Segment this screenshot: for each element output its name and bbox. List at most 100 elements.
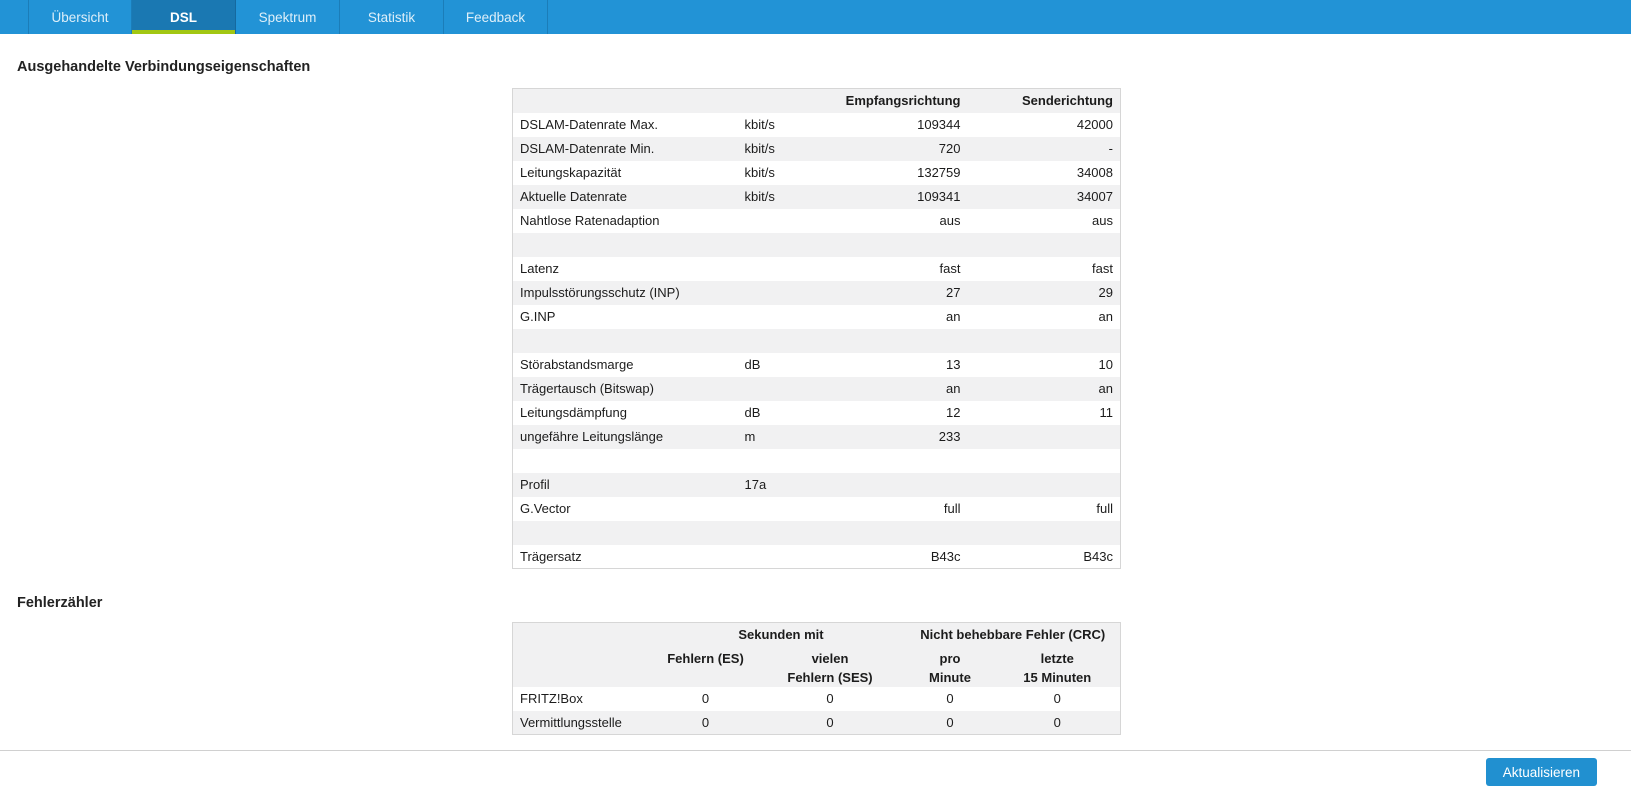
cell-value: 0 — [1053, 691, 1061, 706]
cell-value: 0 — [1053, 714, 1061, 730]
cell-label: Trägertausch (Bitswap) — [520, 381, 654, 396]
sub-header-last-15-minutes: letzte 15 Minuten — [1023, 650, 1092, 685]
cell-tx: 11 — [1099, 405, 1114, 420]
connection-table-row: Störabstandsmarge dB 13 10 — [513, 353, 1121, 377]
cell-label: G.INP — [520, 309, 556, 324]
cell-tx — [968, 425, 1121, 449]
cell-rx: 109341 — [917, 189, 961, 204]
cell-rx: 27 — [946, 285, 961, 300]
cell-tx: 34008 — [1076, 165, 1113, 180]
cell-unit — [738, 305, 818, 329]
cell-unit — [738, 329, 818, 353]
cell-tx — [968, 329, 1121, 353]
cell-unit: m — [744, 429, 756, 444]
tab-spektrum[interactable]: Spektrum — [236, 0, 340, 34]
tab-uebersicht[interactable]: Übersicht — [28, 0, 132, 34]
cell-tx: 10 — [1098, 357, 1113, 372]
cell-label: Nahtlose Ratenadaption — [520, 213, 660, 228]
cell-label: Trägersatz — [520, 548, 582, 564]
cell-rx: 12 — [946, 405, 961, 420]
cell-label: ungefähre Leitungslänge — [520, 429, 664, 444]
cell-label: DSLAM-Datenrate Max. — [520, 117, 658, 132]
cell-value: 0 — [946, 714, 954, 730]
error-table-row: FRITZ!Box 0 0 0 0 — [513, 687, 1121, 711]
cell-rx: 109344 — [917, 117, 961, 132]
cell-unit — [738, 545, 818, 569]
connection-table-row: Trägertausch (Bitswap) an an — [512, 376, 1121, 401]
cell-unit: dB — [744, 405, 761, 420]
cell-label: G.Vector — [520, 501, 571, 516]
connection-table-row: Trägersatz B43c B43c — [513, 545, 1121, 569]
column-header-empfangsrichtung: Empfangsrichtung — [845, 93, 961, 109]
connection-table-row: Leitungsdämpfung dB 12 11 — [513, 401, 1121, 425]
cell-tx — [968, 233, 1121, 257]
cell-tx: fast — [1092, 261, 1113, 276]
connection-table-row — [512, 520, 1121, 545]
group-header-empty — [513, 623, 657, 647]
cell-tx: B43c — [1083, 548, 1113, 564]
connection-table-row — [512, 328, 1121, 353]
cell-rx — [818, 449, 968, 473]
error-table-body: FRITZ!Box 0 0 0 0 Vermittlungsstelle 0 0 0 0 — [512, 687, 1121, 735]
cell-unit: 17a — [744, 477, 767, 492]
cell-source: Vermittlungsstelle — [520, 714, 622, 730]
connection-table-header-row: Empfangsrichtung Senderichtung — [512, 88, 1121, 113]
cell-tx: aus — [1092, 213, 1113, 228]
sub-header-per-minute: pro Minute — [929, 650, 971, 685]
cell-tx: an — [1098, 381, 1113, 396]
tab-dsl[interactable]: DSL — [132, 0, 236, 34]
connection-table-row: Leitungskapazität kbit/s 132759 34008 — [513, 161, 1121, 185]
main-content: Ausgehandelte Verbindungseigenschaften E… — [0, 59, 1631, 735]
sub-header-errored-seconds: Fehlern (ES) — [667, 650, 744, 666]
cell-label: Störabstandsmarge — [520, 357, 634, 372]
connection-properties-table: Empfangsrichtung Senderichtung DSLAM-Dat… — [512, 88, 1121, 569]
cell-value: 0 — [946, 691, 954, 706]
cell-rx: 13 — [946, 357, 961, 372]
cell-rx: an — [946, 309, 961, 324]
error-table-row: Vermittlungsstelle 0 0 0 0 — [512, 710, 1121, 735]
cell-value: 0 — [701, 691, 710, 706]
cell-rx: 132759 — [917, 165, 961, 180]
cell-label — [513, 233, 738, 257]
cell-unit — [738, 209, 818, 233]
cell-value: 0 — [701, 714, 710, 730]
cell-rx: full — [943, 501, 961, 516]
connection-table-row: Aktuelle Datenrate kbit/s 109341 34007 — [512, 184, 1121, 209]
cell-label — [513, 449, 738, 473]
sub-header-empty — [513, 647, 657, 687]
cell-rx: B43c — [930, 548, 961, 564]
cell-unit — [738, 377, 818, 401]
section-title-error-counters: Fehlerzähler — [17, 595, 103, 611]
cell-rx — [818, 473, 968, 497]
error-table-sub-header-row: Fehlern (ES) vielen Fehlern (SES) pro Mi… — [512, 646, 1121, 687]
cell-unit: kbit/s — [744, 189, 775, 204]
cell-source: FRITZ!Box — [520, 691, 583, 706]
cell-rx — [818, 233, 968, 257]
cell-unit — [738, 521, 818, 545]
cell-label: Aktuelle Datenrate — [520, 189, 627, 204]
cell-tx: 29 — [1098, 285, 1113, 300]
connection-table-row: DSLAM-Datenrate Max. kbit/s 109344 42000 — [513, 113, 1121, 137]
cell-tx: - — [1108, 141, 1113, 156]
connection-table-row: Nahtlose Ratenadaption aus aus — [513, 209, 1121, 233]
cell-unit: kbit/s — [744, 165, 775, 180]
error-counter-table: Sekunden mit Nicht behebbare Fehler (CRC… — [512, 622, 1122, 735]
cell-unit: kbit/s — [744, 117, 775, 132]
connection-table-row: ungefähre Leitungslänge m 233 — [512, 424, 1121, 449]
error-table-group-header-row: Sekunden mit Nicht behebbare Fehler (CRC… — [512, 622, 1121, 647]
connection-table-row: Profil 17a — [512, 472, 1121, 497]
cell-label — [513, 329, 738, 353]
connection-table-row — [512, 232, 1121, 257]
cell-rx: aus — [939, 213, 961, 228]
tab-feedback[interactable]: Feedback — [444, 0, 548, 34]
cell-rx: 720 — [938, 141, 961, 156]
cell-unit — [738, 449, 818, 473]
cell-rx: fast — [939, 261, 961, 276]
cell-tx — [968, 449, 1121, 473]
tab-statistik[interactable]: Statistik — [340, 0, 444, 34]
cell-tx — [968, 521, 1121, 545]
cell-unit — [738, 233, 818, 257]
refresh-button[interactable]: Aktualisieren — [1485, 758, 1597, 786]
cell-label: Leitungskapazität — [520, 165, 622, 180]
cell-label: Leitungsdämpfung — [520, 405, 627, 420]
